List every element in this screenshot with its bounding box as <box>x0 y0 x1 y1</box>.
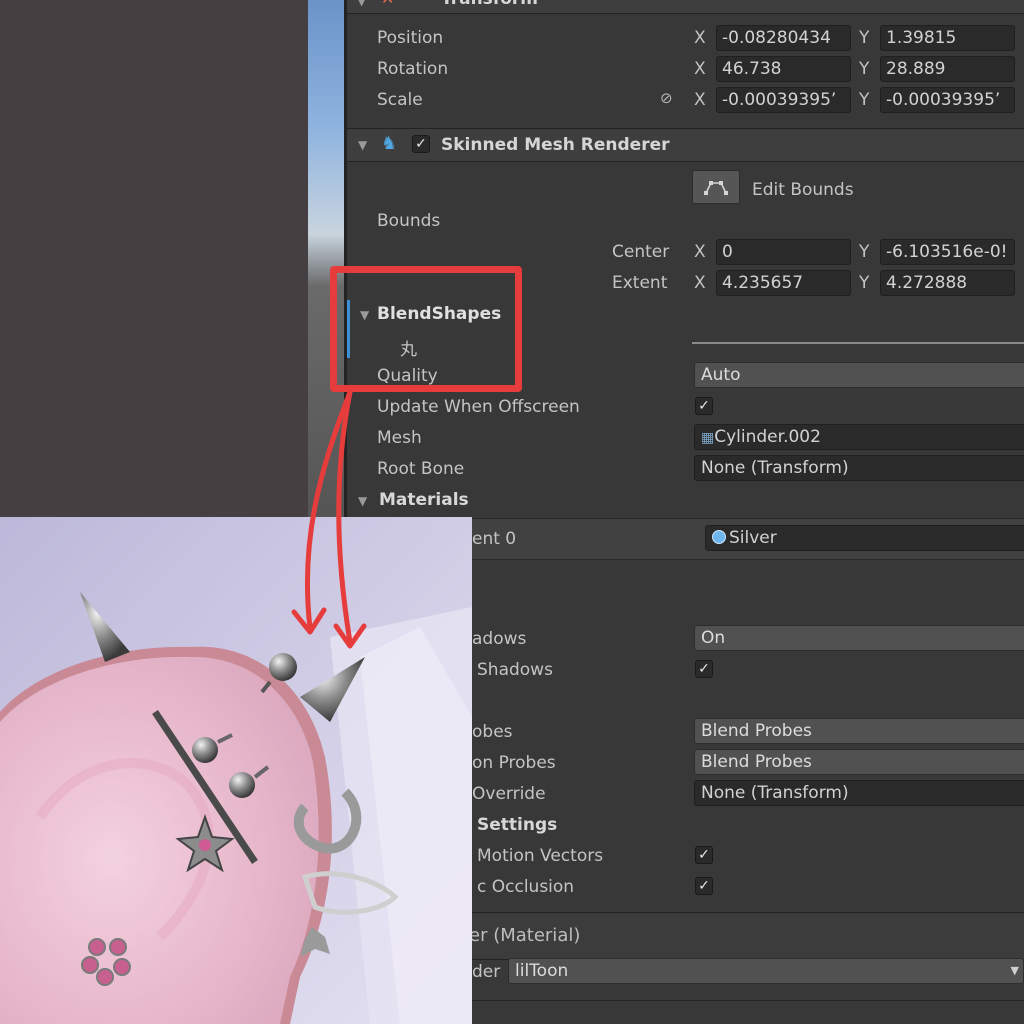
position-y-axis: Y <box>859 28 870 48</box>
edit-bounds-button[interactable] <box>692 170 740 204</box>
smr-fold-arrow[interactable]: ▼ <box>358 138 367 152</box>
reflection-probes-dropdown[interactable]: Blend Probes <box>694 749 1024 775</box>
shader-label: der <box>472 962 501 982</box>
scale-x-field[interactable]: -0.00039395’ <box>716 87 851 113</box>
center-y-axis: Y <box>859 242 870 262</box>
anchor-override-label: Override <box>472 784 546 804</box>
position-x-axis: X <box>694 28 706 48</box>
scene-view <box>0 0 308 520</box>
scale-label: Scale <box>377 90 423 110</box>
shader-dropdown[interactable]: lilToon ▼ <box>508 958 1024 984</box>
element0-value: Silver <box>729 528 777 548</box>
extent-y-axis: Y <box>859 273 870 293</box>
center-x-field[interactable]: 0 <box>716 239 851 265</box>
reflection-probes-label: on Probes <box>472 753 556 773</box>
ear-piercing-render <box>0 517 472 1024</box>
scale-y-axis: Y <box>859 90 870 110</box>
motion-vectors-label: Motion Vectors <box>477 846 604 866</box>
smr-enabled-checkbox[interactable]: ✓ <box>412 135 430 153</box>
shader-dropdown-arrow-icon: ▼ <box>1010 964 1019 977</box>
transform-icon: ✕ <box>381 0 394 8</box>
center-label: Center <box>612 242 670 262</box>
scale-x-axis: X <box>694 90 706 110</box>
rotation-x-field[interactable]: 46.738 <box>716 56 851 82</box>
quality-dropdown[interactable]: Auto <box>694 362 1024 388</box>
annotation-arrows <box>291 390 367 649</box>
dynamic-occlusion-label: c Occlusion <box>477 877 575 897</box>
extent-y-field[interactable]: 4.272888 <box>880 270 1015 296</box>
root-bone-field[interactable]: None (Transform) <box>694 455 1024 481</box>
rotation-x-axis: X <box>694 59 706 79</box>
highlight-box <box>330 266 522 392</box>
element0-field[interactable]: Silver <box>705 525 1024 551</box>
extent-label: Extent <box>612 273 668 293</box>
light-probes-dropdown[interactable]: Blend Probes <box>694 718 1024 744</box>
transform-header[interactable]: ▼ ✕ Transform <box>347 0 1024 14</box>
skinned-mesh-icon: ♞ <box>381 133 398 154</box>
edit-bounds-label: Edit Bounds <box>752 180 854 200</box>
anchor-override-field[interactable]: None (Transform) <box>694 780 1024 806</box>
position-x-field[interactable]: -0.08280434 <box>716 25 851 51</box>
edit-bounds-icon <box>704 181 728 195</box>
mesh-field[interactable]: ▦Cylinder.002 <box>694 424 1024 450</box>
receive-shadows-checkbox[interactable]: ✓ <box>695 660 713 678</box>
mesh-value: Cylinder.002 <box>714 427 821 447</box>
model-preview-image <box>0 517 472 1024</box>
constrain-proportions-icon[interactable]: ⊘ <box>660 89 673 107</box>
center-x-axis: X <box>694 242 706 262</box>
extent-x-field[interactable]: 4.235657 <box>716 270 851 296</box>
blendshape-slider-track[interactable] <box>692 342 1024 344</box>
cast-shadows-dropdown[interactable]: On <box>694 625 1024 651</box>
rotation-y-field[interactable]: 28.889 <box>880 56 1015 82</box>
light-probes-label: obes <box>472 722 513 742</box>
rotation-label: Rotation <box>377 59 449 79</box>
scale-y-field[interactable]: -0.00039395’ <box>880 87 1015 113</box>
update-offscreen-checkbox[interactable]: ✓ <box>695 397 713 415</box>
material-title: er (Material) <box>469 925 581 946</box>
material-sphere-icon <box>712 530 726 544</box>
element0-label: ent 0 <box>472 529 517 549</box>
transform-fold-arrow[interactable]: ▼ <box>357 0 366 8</box>
mesh-grid-icon: ▦ <box>701 430 715 446</box>
update-offscreen-label: Update When Offscreen <box>377 397 580 417</box>
position-label: Position <box>377 28 444 48</box>
shader-value: lilToon <box>515 961 569 981</box>
receive-shadows-label: Shadows <box>477 660 553 680</box>
motion-vectors-checkbox[interactable]: ✓ <box>695 846 713 864</box>
position-y-field[interactable]: 1.39815 <box>880 25 1015 51</box>
smr-title: Skinned Mesh Renderer <box>441 135 670 155</box>
skinned-mesh-renderer-header[interactable]: ▼ ♞ ✓ Skinned Mesh Renderer <box>347 128 1024 162</box>
center-y-field[interactable]: -6.103516e-0! <box>880 239 1015 265</box>
extent-x-axis: X <box>694 273 706 293</box>
bounds-label: Bounds <box>377 211 441 231</box>
transform-title: Transform <box>441 0 538 9</box>
dynamic-occlusion-checkbox[interactable]: ✓ <box>695 877 713 895</box>
rotation-y-axis: Y <box>859 59 870 79</box>
cast-shadows-label: adows <box>472 629 527 649</box>
additional-settings-label[interactable]: Settings <box>477 815 557 835</box>
